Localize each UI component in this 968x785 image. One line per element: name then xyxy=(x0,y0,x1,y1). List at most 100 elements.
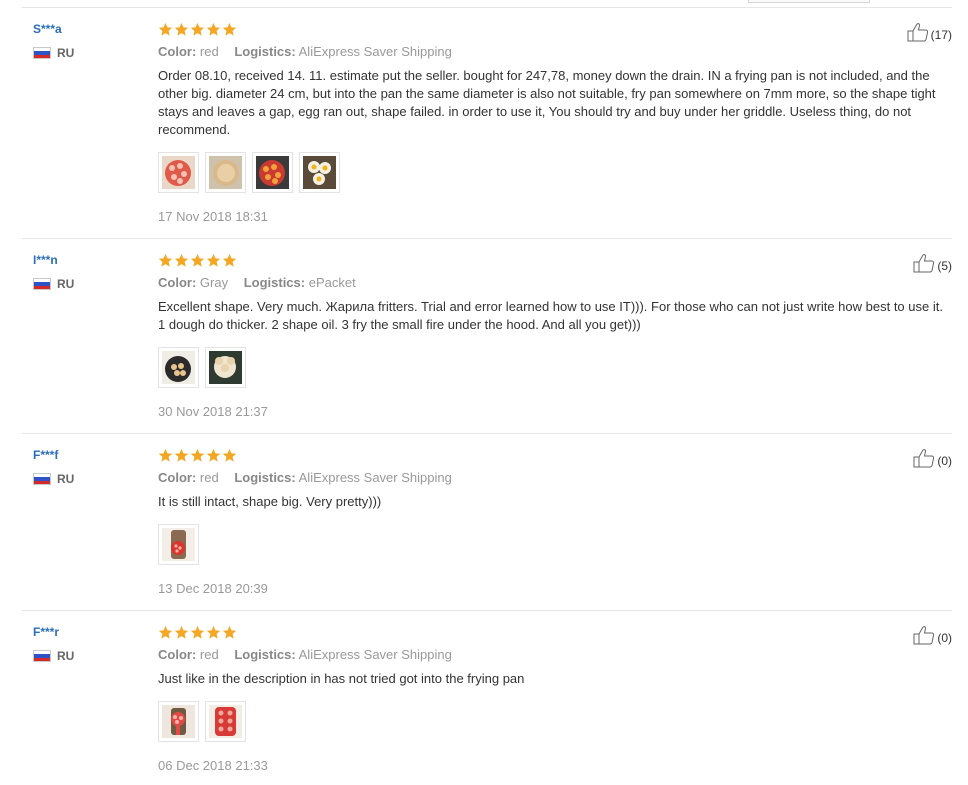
russia-flag-icon xyxy=(33,278,51,290)
review-content: Color: red Logistics: AliExpress Saver S… xyxy=(158,625,948,773)
review-photo-thumbnail[interactable] xyxy=(158,152,199,193)
reviewer-name[interactable]: F***f xyxy=(33,448,58,462)
star-icon xyxy=(206,448,221,463)
thumbs-up-icon xyxy=(913,625,935,645)
top-control-edge[interactable] xyxy=(748,0,870,3)
star-icon xyxy=(206,253,221,268)
review-photo-thumbnail[interactable] xyxy=(158,347,199,388)
review-content: Color: red Logistics: AliExpress Saver S… xyxy=(158,22,948,224)
star-icon xyxy=(174,448,189,463)
color-label: Color: xyxy=(158,275,197,290)
review-photos xyxy=(158,347,948,388)
color-label: Color: xyxy=(158,647,197,662)
logistics-label: Logistics: xyxy=(234,44,296,59)
star-rating xyxy=(158,448,948,464)
star-icon xyxy=(174,22,189,37)
pan-mold-photo xyxy=(256,156,289,189)
pan-fritters-photo xyxy=(162,351,195,384)
review-divider xyxy=(22,433,952,434)
country-code: RU xyxy=(57,46,75,60)
review-date: 13 Dec 2018 20:39 xyxy=(158,581,268,596)
logistics-value: ePacket xyxy=(308,275,356,290)
logistics-value: AliExpress Saver Shipping xyxy=(298,44,452,59)
color-value: red xyxy=(199,647,219,662)
star-icon xyxy=(222,253,237,268)
color-value: Gray xyxy=(199,275,229,290)
mold-package-photo xyxy=(162,528,195,561)
reviewer-name[interactable]: F***r xyxy=(33,625,59,639)
review-photo-thumbnail[interactable] xyxy=(158,524,199,565)
reviewer-country: RU xyxy=(33,277,74,291)
review-photo-thumbnail[interactable] xyxy=(158,701,199,742)
fritters-photo xyxy=(209,351,242,384)
red-mold-closeup-photo xyxy=(209,705,242,738)
thumbs-up-icon xyxy=(913,253,935,273)
helpful-count: (17) xyxy=(930,28,952,42)
star-rating xyxy=(158,253,948,269)
thumbs-up-icon xyxy=(913,448,935,468)
review-photos xyxy=(158,152,948,193)
reviewer-country: RU xyxy=(33,649,74,663)
russia-flag-icon xyxy=(33,473,51,485)
review-photos xyxy=(158,524,948,565)
reviewer-name[interactable]: I***n xyxy=(33,253,58,267)
color-label: Color: xyxy=(158,470,197,485)
star-icon xyxy=(190,625,205,640)
reviewer-name[interactable]: S***a xyxy=(33,22,62,36)
silicone-mold-photo xyxy=(162,156,195,189)
fried-eggs-photo xyxy=(303,156,336,189)
review-photo-thumbnail[interactable] xyxy=(252,152,293,193)
star-icon xyxy=(158,625,173,640)
star-icon xyxy=(222,448,237,463)
star-icon xyxy=(158,22,173,37)
reviewer-country: RU xyxy=(33,472,74,486)
color-value: red xyxy=(199,44,219,59)
helpful-count: (0) xyxy=(937,454,952,468)
star-icon xyxy=(222,22,237,37)
star-icon xyxy=(190,22,205,37)
logistics-value: AliExpress Saver Shipping xyxy=(298,647,452,662)
review-text: Order 08.10, received 14. 11. estimate p… xyxy=(158,68,936,137)
star-icon xyxy=(222,625,237,640)
review-meta: Color: Gray Logistics: ePacket xyxy=(158,275,948,293)
helpful-button[interactable]: (0) xyxy=(913,625,952,645)
pancake-photo xyxy=(209,156,242,189)
star-icon xyxy=(206,625,221,640)
review-photo-thumbnail[interactable] xyxy=(205,701,246,742)
review-meta: Color: red Logistics: AliExpress Saver S… xyxy=(158,44,948,62)
russia-flag-icon xyxy=(33,47,51,59)
review-photo-thumbnail[interactable] xyxy=(205,152,246,193)
helpful-button[interactable]: (5) xyxy=(913,253,952,273)
review-meta: Color: red Logistics: AliExpress Saver S… xyxy=(158,647,948,665)
logistics-label: Logistics: xyxy=(243,275,306,290)
red-mold-photo xyxy=(162,705,195,738)
star-icon xyxy=(206,22,221,37)
helpful-count: (5) xyxy=(937,259,952,273)
helpful-button[interactable]: (17) xyxy=(907,22,952,42)
logistics-value: AliExpress Saver Shipping xyxy=(298,470,452,485)
review-photo-thumbnail[interactable] xyxy=(299,152,340,193)
star-rating xyxy=(158,625,948,641)
country-code: RU xyxy=(57,472,75,486)
star-icon xyxy=(158,253,173,268)
review-meta: Color: red Logistics: AliExpress Saver S… xyxy=(158,470,948,488)
review-text: Just like in the description in has not … xyxy=(158,671,525,686)
review-photo-thumbnail[interactable] xyxy=(205,347,246,388)
review-content: Color: red Logistics: AliExpress Saver S… xyxy=(158,448,948,596)
review-divider xyxy=(22,610,952,611)
logistics-label: Logistics: xyxy=(234,647,296,662)
review-date: 17 Nov 2018 18:31 xyxy=(158,209,268,224)
star-icon xyxy=(190,448,205,463)
russia-flag-icon xyxy=(33,650,51,662)
review-date: 06 Dec 2018 21:33 xyxy=(158,758,268,773)
star-icon xyxy=(174,625,189,640)
top-divider xyxy=(22,7,952,8)
country-code: RU xyxy=(57,277,75,291)
color-label: Color: xyxy=(158,44,197,59)
review-date: 30 Nov 2018 21:37 xyxy=(158,404,268,419)
star-icon xyxy=(158,448,173,463)
star-icon xyxy=(174,253,189,268)
review-divider xyxy=(22,238,952,239)
helpful-button[interactable]: (0) xyxy=(913,448,952,468)
reviewer-country: RU xyxy=(33,46,74,60)
